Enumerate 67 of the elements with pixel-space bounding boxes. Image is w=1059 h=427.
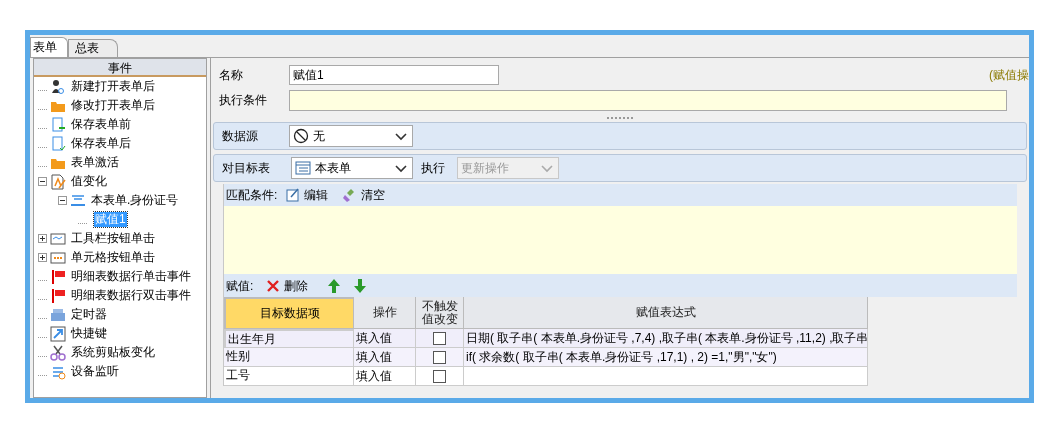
column-header[interactable]: 操作: [354, 297, 416, 329]
checkbox[interactable]: [433, 350, 446, 364]
dots-icon: [50, 249, 66, 266]
expand-toggle[interactable]: [38, 253, 47, 262]
tree-item[interactable]: 修改打开表单后: [70, 98, 156, 113]
edit-icon: [285, 187, 302, 203]
tree-item[interactable]: 本表单.身份证号: [90, 193, 180, 208]
field-label: 名称: [219, 67, 244, 84]
column-header[interactable]: 目标数据项: [224, 297, 354, 329]
user-icon: [50, 78, 66, 95]
tree-item[interactable]: 工具栏按钮单击: [70, 231, 156, 246]
hint-text: (赋值操: [989, 67, 1029, 84]
document-icon: [50, 135, 66, 152]
tree-item[interactable]: 系统剪贴板变化: [70, 345, 156, 360]
edit-button[interactable]: 编辑: [285, 186, 329, 204]
checkbox[interactable]: [433, 369, 446, 383]
table-cell: 填入值: [354, 367, 416, 386]
tree-item[interactable]: 快捷键: [70, 326, 108, 341]
panel-header: 事件: [34, 59, 206, 77]
tree-item[interactable]: 定时器: [70, 307, 108, 322]
table-row[interactable]: 性别 填入值 if( 求余数( 取子串( 本表单.身份证号 ,17,1) , 2) =1,"男","女"): [224, 348, 868, 367]
chart-icon: [50, 230, 66, 247]
table-row[interactable]: 工号 填入值: [224, 367, 868, 386]
tree-item[interactable]: 表单激活: [70, 155, 120, 170]
field-icon: [70, 192, 86, 209]
tree-item[interactable]: 保存表单前: [70, 117, 132, 132]
printer-icon: [50, 306, 66, 323]
table-cell: 工号: [224, 367, 354, 386]
collapse-toggle[interactable]: [58, 196, 67, 205]
shortcut-arrow-icon: [50, 325, 66, 342]
tab[interactable]: 表单: [30, 37, 68, 57]
close-icon: [265, 277, 282, 294]
tree-item[interactable]: 设备监听: [70, 364, 120, 379]
tree-item[interactable]: 值变化: [70, 174, 108, 189]
tree-item[interactable]: 新建打开表单后: [70, 79, 156, 94]
column-header[interactable]: 不触发值改变: [416, 297, 464, 329]
target-dropdown[interactable]: 本表单: [291, 157, 413, 179]
field-label: 对目标表: [222, 160, 271, 177]
expand-toggle[interactable]: [38, 234, 47, 243]
table-row[interactable]: 出生年月 填入值 日期( 取子串( 本表单.身份证号 ,7,4) ,取子串( 本表单.身份证号 ,11,2) ,取子串: [224, 329, 868, 348]
flag-icon: [50, 268, 66, 285]
flag-icon: [50, 287, 66, 304]
condition-field[interactable]: [289, 89, 1007, 111]
checkbox[interactable]: [433, 331, 446, 345]
field-label: 数据源: [222, 128, 259, 145]
toolbar-label: 匹配条件:: [226, 187, 278, 204]
tree-item[interactable]: 保存表单后: [70, 136, 132, 151]
move-up-button[interactable]: [326, 277, 343, 294]
table-icon: [295, 160, 311, 176]
name-field[interactable]: 赋值1: [289, 65, 499, 85]
edit-document-icon: [50, 173, 66, 190]
clear-button[interactable]: 清空: [342, 186, 386, 204]
tree-item[interactable]: 单元格按钮单击: [70, 250, 156, 265]
delete-button[interactable]: 删除: [265, 276, 309, 295]
column-header[interactable]: 赋值表达式: [464, 297, 868, 329]
tab[interactable]: 总表: [68, 39, 118, 57]
toolbar-label: 赋值:: [226, 277, 254, 295]
collapse-toggle[interactable]: [38, 177, 47, 186]
datasource-dropdown[interactable]: 无: [289, 125, 413, 147]
tree-item[interactable]: 明细表数据行单击事件: [70, 269, 192, 284]
move-down-button[interactable]: [352, 277, 369, 294]
prohibited-icon: [293, 128, 309, 144]
field-label: 执行条件: [219, 92, 268, 109]
document-icon: [50, 116, 66, 133]
tree-item[interactable]: 明细表数据行双击事件: [70, 288, 192, 303]
scissors-icon: [50, 344, 66, 361]
field-label: 执行: [421, 160, 446, 177]
